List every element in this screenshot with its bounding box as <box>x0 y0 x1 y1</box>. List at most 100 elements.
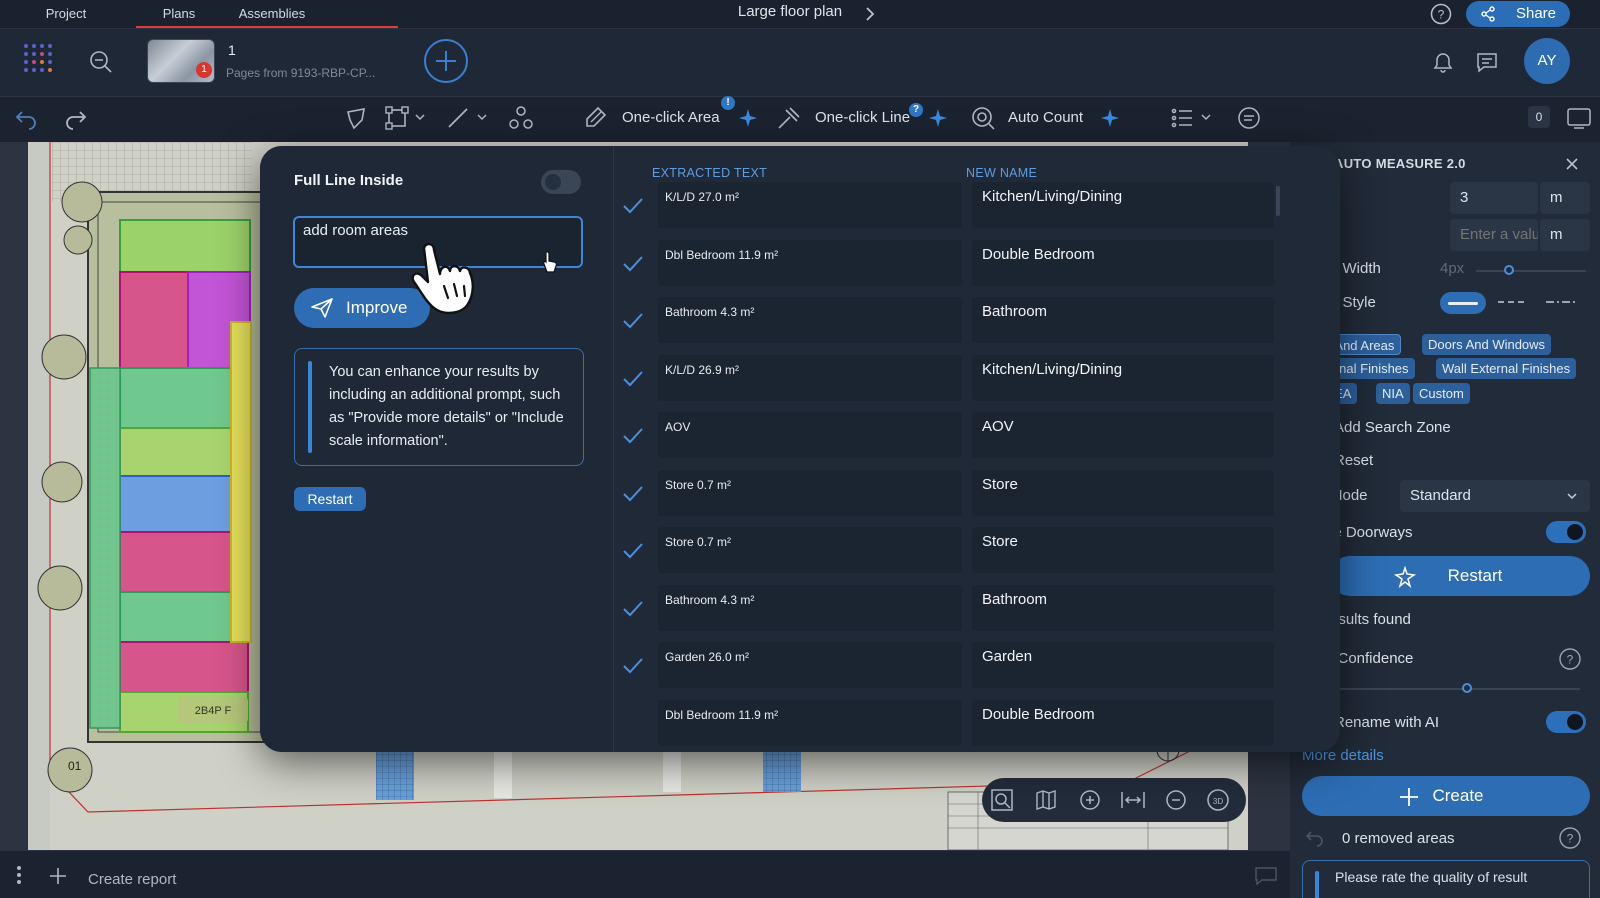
area-tool-icon[interactable] <box>384 105 410 131</box>
chevron-right-icon[interactable] <box>864 6 876 22</box>
new-name-input[interactable]: Store <box>972 469 1274 516</box>
new-name-input[interactable]: Kitchen/Living/Dining <box>972 354 1274 401</box>
share-button[interactable]: Share <box>1466 1 1570 27</box>
row-check-icon[interactable] <box>618 306 648 336</box>
rename-ai-toggle[interactable] <box>1546 711 1586 733</box>
restart-button[interactable]: Restart <box>294 487 366 511</box>
chat-icon[interactable] <box>1254 866 1278 886</box>
apps-grid-icon[interactable] <box>22 42 58 78</box>
extracted-text-column-header: EXTRACTED TEXT <box>652 166 768 180</box>
row-check-icon[interactable] <box>618 479 648 509</box>
new-name-input[interactable]: Double Bedroom <box>972 239 1274 286</box>
notifications-bell-icon[interactable] <box>1430 49 1456 75</box>
new-name-input[interactable]: Double Bedroom <box>972 699 1274 746</box>
row-check-icon[interactable] <box>618 191 648 221</box>
new-name-input[interactable]: AOV <box>972 412 1274 458</box>
annotations-icon[interactable] <box>1236 105 1262 131</box>
new-name-input[interactable]: Kitchen/Living/Dining <box>972 182 1274 228</box>
hand-pointer-icon <box>411 242 474 315</box>
one-click-line-icon[interactable] <box>776 105 802 131</box>
new-name-input[interactable]: Store <box>972 527 1274 573</box>
tab-plans[interactable]: Plans <box>136 0 222 28</box>
redo-icon[interactable] <box>64 106 88 130</box>
one-click-line-label[interactable]: One-click Line <box>815 109 910 126</box>
auto-count-icon[interactable] <box>970 105 996 131</box>
line-style-dashdot-option[interactable] <box>1544 294 1578 310</box>
user-avatar[interactable]: AY <box>1524 38 1570 84</box>
add-plan-icon[interactable] <box>423 38 469 84</box>
chevron-down-icon[interactable] <box>1200 112 1212 122</box>
chevron-down-icon[interactable] <box>476 112 488 122</box>
rename-with-ai-dialog: Full Line Inside Improve You can enhance… <box>260 146 1340 752</box>
cursor-icon <box>543 251 557 273</box>
new-name-input[interactable]: Bathroom <box>972 584 1274 631</box>
confidence-slider-thumb[interactable] <box>1462 683 1472 693</box>
chip-doors-and-windows[interactable]: Doors And Windows <box>1422 334 1552 355</box>
one-click-area-label[interactable]: One-click Area <box>622 109 720 126</box>
help-icon[interactable]: ? <box>1430 3 1452 25</box>
list-view-icon[interactable] <box>1170 106 1196 130</box>
row2-input[interactable] <box>1450 219 1538 251</box>
confidence-slider[interactable] <box>1330 688 1580 690</box>
create-report-link[interactable]: Create report <box>88 871 176 888</box>
help-icon[interactable]: ? <box>1558 826 1582 850</box>
share-icon <box>1481 6 1495 22</box>
row-check-icon[interactable] <box>618 249 648 279</box>
chip-nia[interactable]: NIA <box>1376 383 1410 404</box>
count-tool-icon[interactable] <box>508 105 534 131</box>
plan-number: 1 <box>228 42 236 58</box>
row2-unit-select[interactable]: m <box>1540 219 1590 251</box>
close-icon[interactable] <box>1564 156 1580 172</box>
restart-button[interactable]: Restart <box>1330 556 1590 596</box>
tab-assemblies[interactable]: Assemblies <box>222 0 322 28</box>
more-vertical-icon[interactable] <box>14 864 24 886</box>
line-width-slider[interactable] <box>1476 270 1586 272</box>
results-scrollbar[interactable] <box>1276 186 1280 216</box>
row1-unit-select[interactable]: m <box>1540 182 1590 214</box>
line-style-solid-option[interactable] <box>1440 292 1486 314</box>
tab-project[interactable]: Project <box>26 0 106 28</box>
one-click-area-icon[interactable] <box>582 105 608 131</box>
one-click-line-help-badge[interactable]: ? <box>909 103 923 117</box>
row-check-icon[interactable] <box>618 594 648 624</box>
row1-input[interactable]: 3 <box>1450 182 1538 214</box>
zoom-out-icon[interactable] <box>1164 788 1188 812</box>
document-title[interactable]: Large floor plan <box>640 3 940 20</box>
line-tool-icon[interactable] <box>446 106 470 130</box>
comments-icon[interactable] <box>1474 49 1500 75</box>
zoom-out-icon[interactable] <box>88 49 114 75</box>
full-line-inside-toggle[interactable] <box>541 170 581 194</box>
zoom-in-icon[interactable] <box>1078 788 1102 812</box>
row-check-icon[interactable] <box>618 536 648 566</box>
extracted-text-cell: Bathroom 4.3 m² <box>658 584 962 631</box>
doorways-toggle[interactable] <box>1546 521 1586 543</box>
help-icon[interactable]: ? <box>1558 647 1582 671</box>
sparkle-icon <box>739 109 757 127</box>
level-label: 01 <box>68 759 82 773</box>
chip-custom[interactable]: Custom <box>1413 383 1470 404</box>
auto-count-label[interactable]: Auto Count <box>1008 109 1083 126</box>
chip-wall-external-finishes[interactable]: Wall External Finishes <box>1436 358 1577 379</box>
3d-view-icon[interactable]: 3D <box>1206 788 1230 812</box>
mode-select[interactable]: Standard <box>1400 480 1590 512</box>
fit-width-icon[interactable] <box>1120 788 1146 812</box>
full-line-inside-label: Full Line Inside <box>294 172 404 189</box>
fit-search-icon[interactable] <box>990 788 1014 812</box>
chevron-down-icon[interactable] <box>414 112 426 122</box>
new-name-input[interactable]: Garden <box>972 642 1274 688</box>
polygon-tool-icon[interactable] <box>344 106 368 130</box>
plus-icon[interactable] <box>48 866 68 886</box>
row-check-icon[interactable] <box>618 421 648 451</box>
line-width-slider-thumb[interactable] <box>1504 265 1514 275</box>
row-check-icon[interactable] <box>618 651 648 681</box>
map-view-icon[interactable] <box>1034 788 1058 812</box>
undo-icon[interactable] <box>14 106 38 130</box>
create-button[interactable]: Create <box>1302 776 1590 816</box>
panel-toggle-icon[interactable] <box>1566 105 1592 131</box>
line-style-dashed-option[interactable] <box>1496 294 1530 310</box>
new-name-input[interactable]: Bathroom <box>972 297 1274 343</box>
undo-icon[interactable] <box>1304 828 1326 848</box>
add-search-zone-button[interactable]: Add Search Zone <box>1334 419 1451 436</box>
one-click-area-alert-badge: ! <box>721 96 735 110</box>
row-check-icon[interactable] <box>618 364 648 394</box>
